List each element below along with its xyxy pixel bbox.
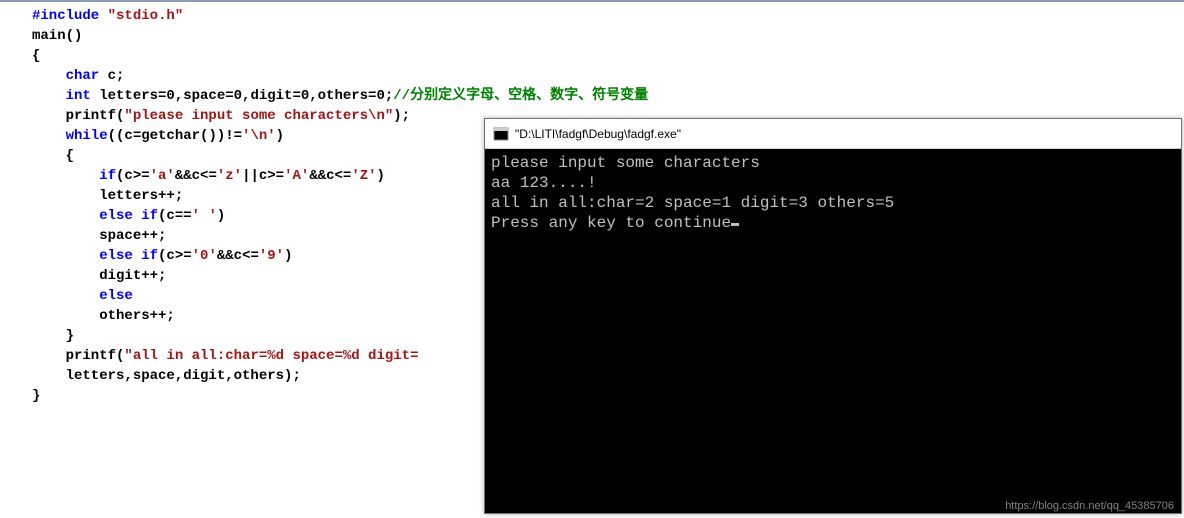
- code-line: #include "stdio.h": [32, 6, 1184, 26]
- code-line: main(): [32, 26, 1184, 46]
- code-line: char c;: [32, 66, 1184, 86]
- app-icon: [493, 126, 509, 142]
- console-line: aa 123....!: [491, 173, 1175, 193]
- console-line: please input some characters: [491, 153, 1175, 173]
- console-line: all in all:char=2 space=1 digit=3 others…: [491, 193, 1175, 213]
- console-window: "D:\LITI\fadgf\Debug\fadgf.exe" please i…: [484, 118, 1182, 514]
- cursor-icon: [731, 223, 739, 226]
- watermark: https://blog.csdn.net/qq_45385706: [1005, 500, 1174, 512]
- console-line: Press any key to continue: [491, 213, 1175, 233]
- code-line: int letters=0,space=0,digit=0,others=0;/…: [32, 86, 1184, 106]
- code-line: {: [32, 46, 1184, 66]
- window-title: "D:\LITI\fadgf\Debug\fadgf.exe": [515, 127, 681, 141]
- title-bar[interactable]: "D:\LITI\fadgf\Debug\fadgf.exe": [485, 119, 1181, 149]
- console-body[interactable]: please input some characters aa 123....!…: [485, 149, 1181, 513]
